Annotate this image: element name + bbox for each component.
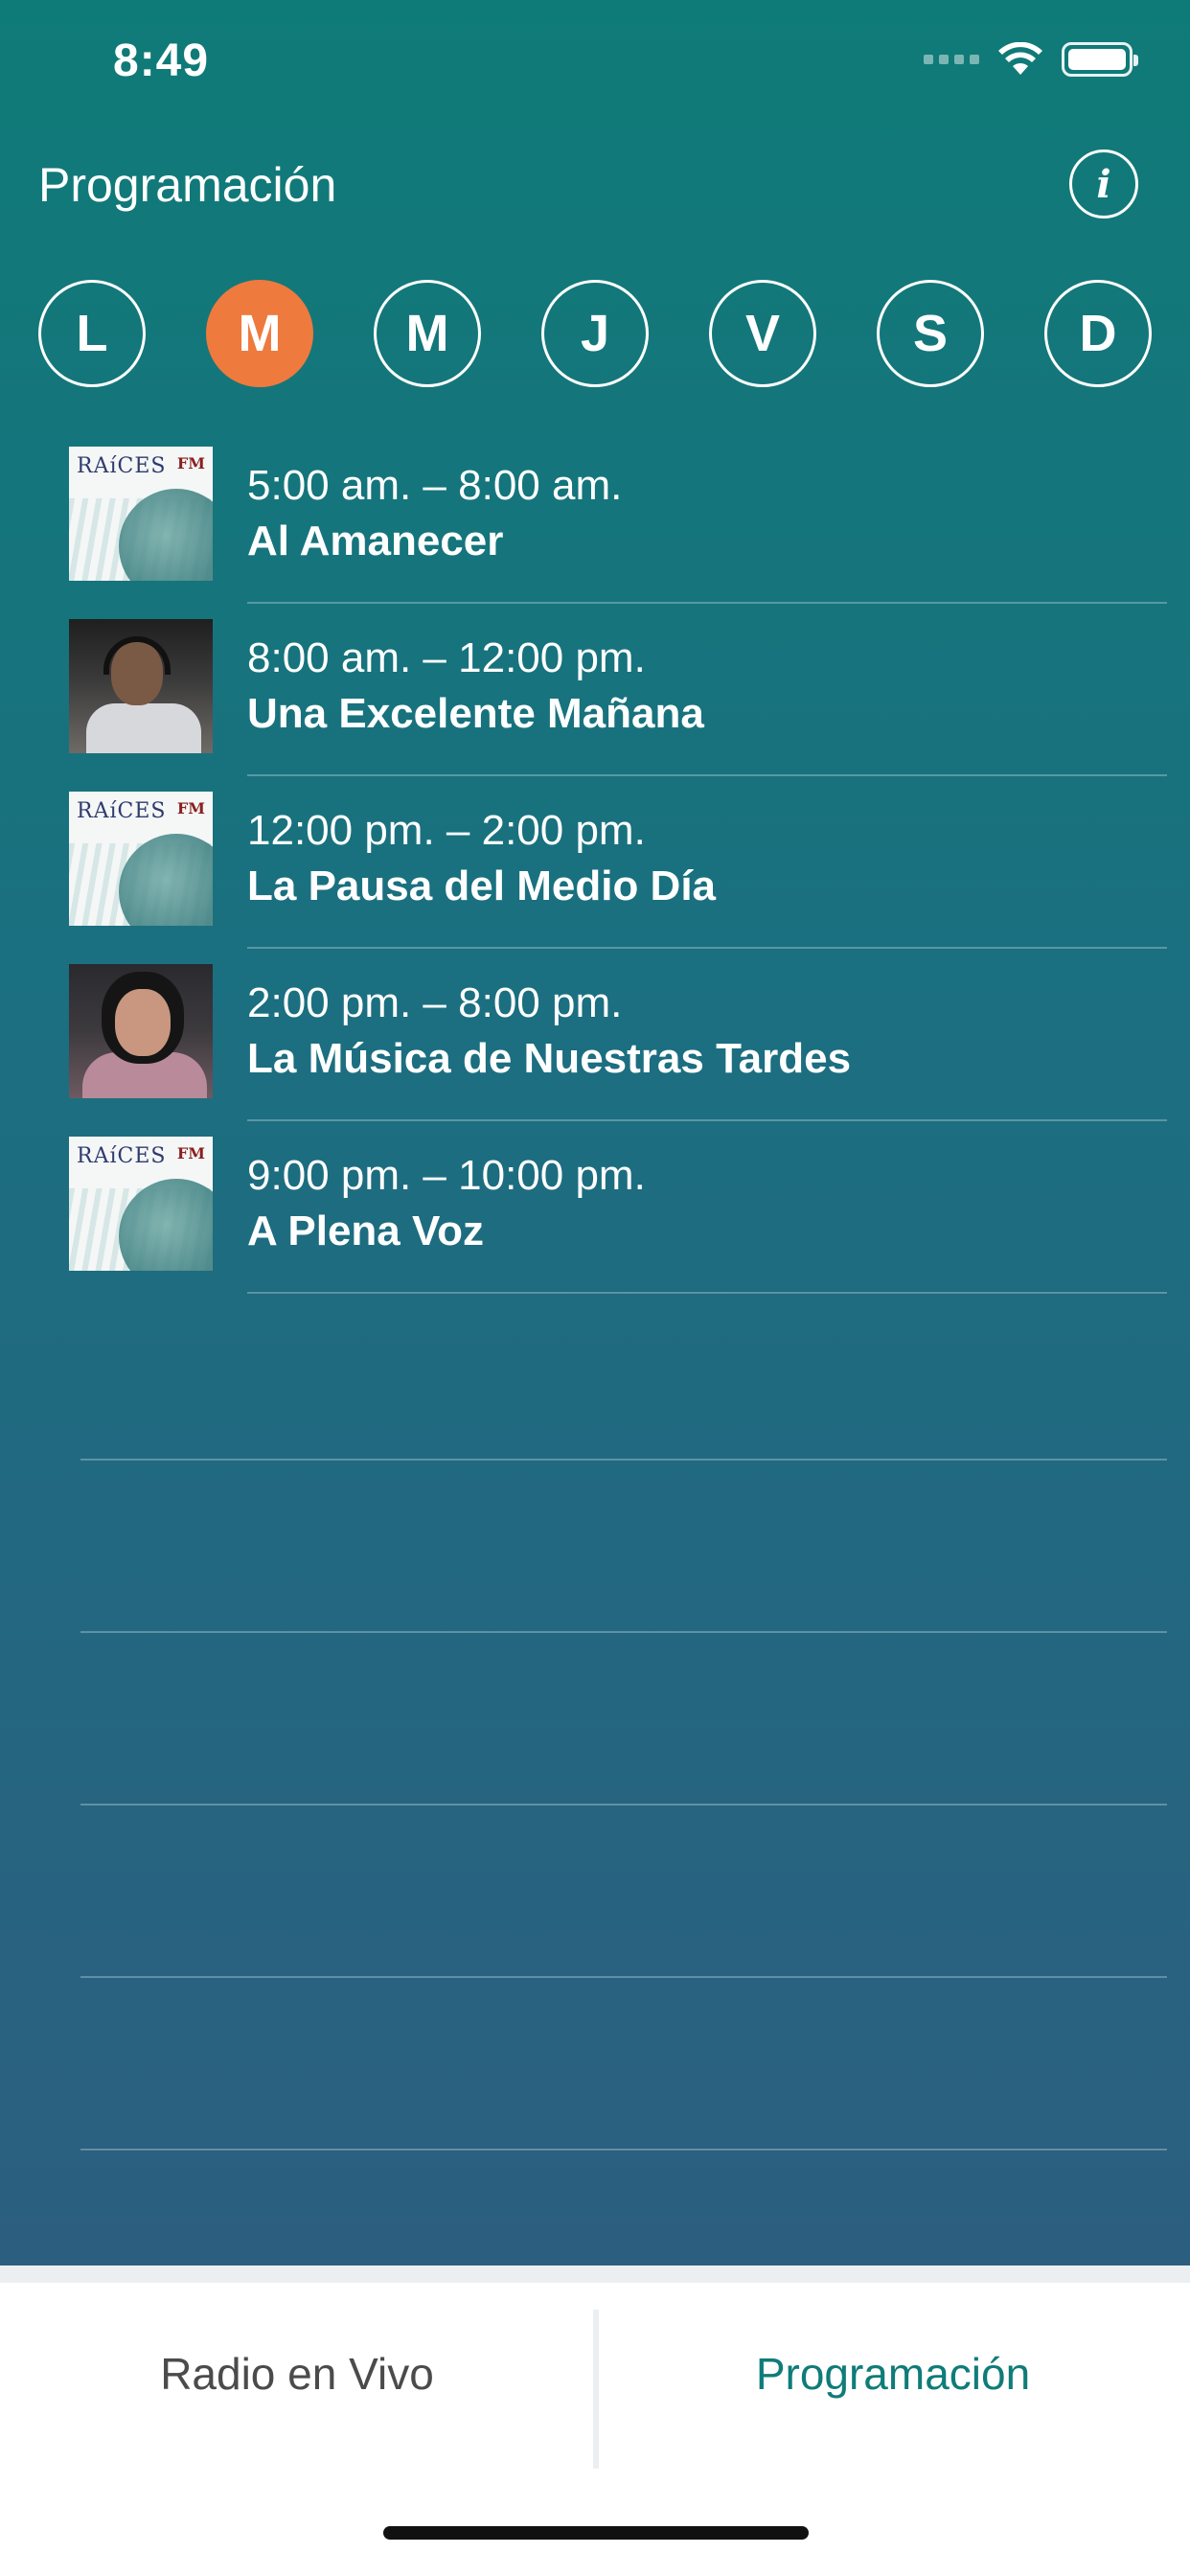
schedule-list: RAíCES FM 5:00 am. – 8:00 am. Al Amanece… bbox=[0, 431, 1190, 1294]
program-title: A Plena Voz bbox=[247, 1208, 484, 1254]
program-thumbnail: RAíCES FM bbox=[69, 1137, 213, 1271]
fm-logo: FM bbox=[176, 799, 205, 817]
program-title: Una Excelente Mañana bbox=[247, 690, 704, 737]
battery-icon bbox=[1062, 42, 1138, 77]
app-screen: 8:49 Programación i L M M J V S D RAíCES… bbox=[0, 0, 1190, 2266]
empty-row-divider bbox=[80, 2149, 1167, 2150]
tab-radio-en-vivo[interactable]: Radio en Vivo bbox=[0, 2283, 594, 2465]
info-button[interactable]: i bbox=[1069, 150, 1138, 218]
day-selector: L M M J V S D bbox=[38, 280, 1152, 387]
status-time: 8:49 bbox=[113, 35, 210, 86]
home-indicator[interactable] bbox=[383, 2526, 809, 2540]
fm-logo: FM bbox=[176, 1144, 205, 1162]
row-divider bbox=[247, 1292, 1167, 1294]
raices-logo: RAíCES bbox=[77, 1144, 167, 1168]
cellular-signal-icon bbox=[924, 55, 979, 64]
day-button-domingo[interactable]: D bbox=[1044, 280, 1152, 387]
program-thumbnail: RAíCES FM bbox=[69, 792, 213, 926]
day-button-jueves[interactable]: J bbox=[541, 280, 649, 387]
schedule-row[interactable]: 8:00 am. – 12:00 pm. Una Excelente Mañan… bbox=[0, 604, 1190, 776]
program-title: La Música de Nuestras Tardes bbox=[247, 1035, 852, 1082]
day-button-martes[interactable]: M bbox=[206, 280, 313, 387]
info-icon: i bbox=[1096, 161, 1111, 207]
host-photo bbox=[69, 964, 213, 1098]
day-button-viernes[interactable]: V bbox=[709, 280, 816, 387]
day-button-sabado[interactable]: S bbox=[877, 280, 984, 387]
program-time: 2:00 pm. – 8:00 pm. bbox=[247, 979, 623, 1026]
day-button-lunes[interactable]: L bbox=[38, 280, 146, 387]
schedule-row[interactable]: RAíCES FM 12:00 pm. – 2:00 pm. La Pausa … bbox=[0, 776, 1190, 949]
page-title: Programación bbox=[38, 158, 337, 212]
program-title: La Pausa del Medio Día bbox=[247, 862, 717, 909]
tab-programacion[interactable]: Programación bbox=[596, 2283, 1190, 2465]
status-indicators bbox=[924, 42, 1138, 77]
program-title: Al Amanecer bbox=[247, 518, 504, 564]
empty-row-divider bbox=[80, 1459, 1167, 1460]
program-time: 5:00 am. – 8:00 am. bbox=[247, 462, 623, 509]
program-thumbnail: RAíCES FM bbox=[69, 447, 213, 581]
empty-row-divider bbox=[80, 1804, 1167, 1806]
program-time: 8:00 am. – 12:00 pm. bbox=[247, 634, 646, 681]
schedule-row[interactable]: 2:00 pm. – 8:00 pm. La Música de Nuestra… bbox=[0, 949, 1190, 1121]
empty-row-divider bbox=[80, 1976, 1167, 1978]
schedule-row[interactable]: RAíCES FM 5:00 am. – 8:00 am. Al Amanece… bbox=[0, 431, 1190, 604]
schedule-row[interactable]: RAíCES FM 9:00 pm. – 10:00 pm. A Plena V… bbox=[0, 1121, 1190, 1294]
program-time: 12:00 pm. – 2:00 pm. bbox=[247, 807, 646, 854]
raices-logo: RAíCES bbox=[77, 799, 167, 823]
program-time: 9:00 pm. – 10:00 pm. bbox=[247, 1152, 646, 1199]
empty-row-divider bbox=[80, 1631, 1167, 1633]
day-button-miercoles[interactable]: M bbox=[374, 280, 481, 387]
raices-logo: RAíCES bbox=[77, 454, 167, 478]
fm-logo: FM bbox=[176, 454, 205, 472]
wifi-icon bbox=[998, 42, 1042, 75]
host-photo bbox=[69, 619, 213, 753]
